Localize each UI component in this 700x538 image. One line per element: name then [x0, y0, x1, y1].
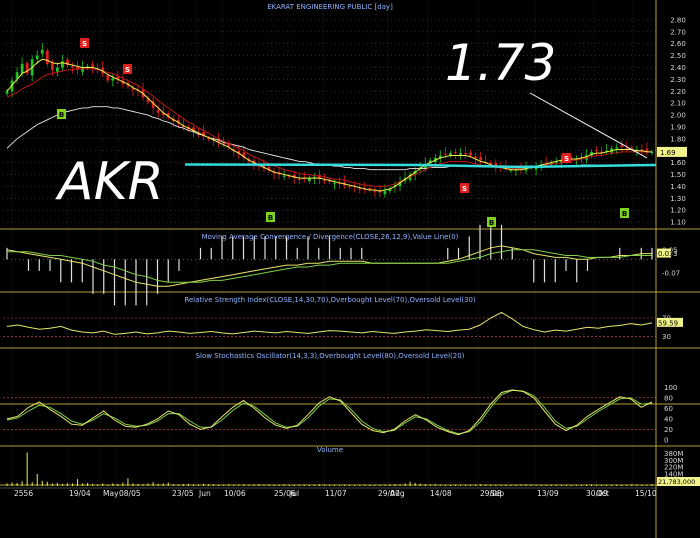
- candle-body: [454, 152, 457, 154]
- candle-body: [282, 175, 286, 177]
- ticker-overlay: AKR: [55, 152, 164, 212]
- stoch-y-tick: 100: [664, 384, 677, 392]
- x-tick-label: 10/06: [224, 489, 246, 498]
- candle-body: [469, 152, 472, 156]
- y-tick-label: 2.10: [670, 100, 686, 108]
- macd-y-tick: -0.07: [662, 269, 680, 277]
- candle-body: [383, 191, 387, 195]
- candle-body: [449, 153, 452, 156]
- macd-last-label: 0.03: [658, 250, 674, 258]
- candle-body: [45, 50, 49, 64]
- candle-body: [459, 153, 462, 156]
- volume-last-label: 21,783,000: [658, 478, 695, 486]
- rsi-last-label: 59.59: [658, 319, 678, 327]
- x-tick-label: 11/07: [325, 489, 347, 498]
- candle-body: [5, 91, 9, 94]
- rsi-y-tick: 30: [662, 333, 671, 341]
- volume-title: Volume: [317, 446, 343, 454]
- candle-body: [333, 182, 336, 184]
- stoch-y-tick: 80: [664, 394, 673, 402]
- candle-body: [444, 153, 447, 155]
- candle-body: [464, 153, 467, 155]
- candle-body: [625, 148, 629, 150]
- stoch-title: Slow Stochastics Oscillator(14,3,3),Over…: [196, 352, 465, 360]
- candle-body: [35, 55, 39, 60]
- y-tick-label: 1.60: [670, 159, 686, 167]
- candle-body: [40, 49, 44, 54]
- y-tick-label: 2.40: [670, 64, 686, 72]
- x-tick-label: May: [103, 489, 119, 498]
- sell-signal-label: S: [564, 155, 569, 163]
- candle-body: [323, 180, 326, 182]
- buy-signal-label: B: [489, 219, 494, 227]
- buy-signal-label: B: [59, 111, 64, 119]
- candle-body: [348, 186, 352, 188]
- y-tick-label: 1.30: [670, 195, 686, 203]
- y-tick-label: 2.30: [670, 76, 686, 84]
- last-price-label: 1.69: [660, 149, 676, 157]
- y-tick-label: 1.50: [670, 171, 686, 179]
- sell-signal-label: S: [82, 40, 87, 48]
- y-tick-label: 2.70: [670, 28, 686, 36]
- y-tick-label: 2.50: [670, 52, 686, 60]
- candle-body: [50, 62, 54, 70]
- y-tick-label: 2.60: [670, 40, 686, 48]
- buy-signal-label: B: [268, 214, 273, 222]
- macd-title: Moving Average Convergence / Divergence(…: [202, 233, 459, 241]
- candle-body: [620, 145, 624, 148]
- x-tick-label: Jul: [289, 489, 299, 498]
- x-tick-label: Oct: [596, 489, 609, 498]
- candle-body: [111, 78, 115, 81]
- x-tick-label: 08/05: [119, 489, 141, 498]
- candle-body: [630, 147, 634, 149]
- candle-body: [479, 156, 483, 161]
- rsi-title: Relative Strength Index(CLOSE,14,30,70),…: [184, 296, 476, 304]
- stoch-y-tick: 60: [664, 405, 673, 413]
- x-tick-label: 19/04: [69, 489, 91, 498]
- y-tick-label: 1.90: [670, 123, 686, 131]
- x-tick-label: 13/09: [537, 489, 559, 498]
- sell-signal-label: S: [462, 185, 467, 193]
- x-tick-label: Jun: [198, 489, 211, 498]
- x-tick-label: 14/08: [430, 489, 452, 498]
- candle-body: [373, 190, 377, 192]
- price-callout: 1.73: [445, 34, 556, 92]
- y-tick-label: 2.00: [670, 112, 686, 120]
- candle-body: [56, 67, 59, 72]
- candle-body: [106, 75, 110, 81]
- candle-body: [20, 63, 24, 74]
- buy-signal-label: B: [622, 210, 627, 218]
- stoch-y-tick: 40: [664, 415, 673, 423]
- x-tick-label: 23/05: [172, 489, 194, 498]
- candle-body: [156, 109, 160, 113]
- candle-body: [297, 179, 301, 181]
- x-tick-label: 2556: [14, 489, 33, 498]
- chart-title: EKARAT ENGINEERING PUBLIC [day]: [267, 3, 393, 11]
- y-tick-label: 2.80: [670, 16, 686, 24]
- y-tick-label: 1.20: [670, 207, 686, 215]
- x-tick-label: Aug: [390, 489, 405, 498]
- candle-body: [595, 150, 598, 152]
- stoch-y-tick: 0: [664, 437, 668, 445]
- y-tick-label: 1.10: [670, 219, 686, 227]
- candle-body: [71, 66, 74, 68]
- x-tick-label: Sep: [490, 489, 504, 498]
- y-tick-label: 1.80: [670, 135, 686, 143]
- candle-body: [474, 156, 478, 158]
- y-tick-label: 2.20: [670, 88, 686, 96]
- candle-body: [358, 188, 362, 190]
- stock-chart: EKARAT ENGINEERING PUBLIC [day] 2.80 2.70 2…: [0, 0, 700, 538]
- candle-body: [81, 67, 84, 72]
- x-tick-label: 15/10: [635, 489, 657, 498]
- candle-body: [615, 147, 619, 149]
- sell-signal-label: S: [125, 66, 130, 74]
- stoch-y-tick: 20: [664, 426, 673, 434]
- y-tick-label: 1.40: [670, 183, 686, 191]
